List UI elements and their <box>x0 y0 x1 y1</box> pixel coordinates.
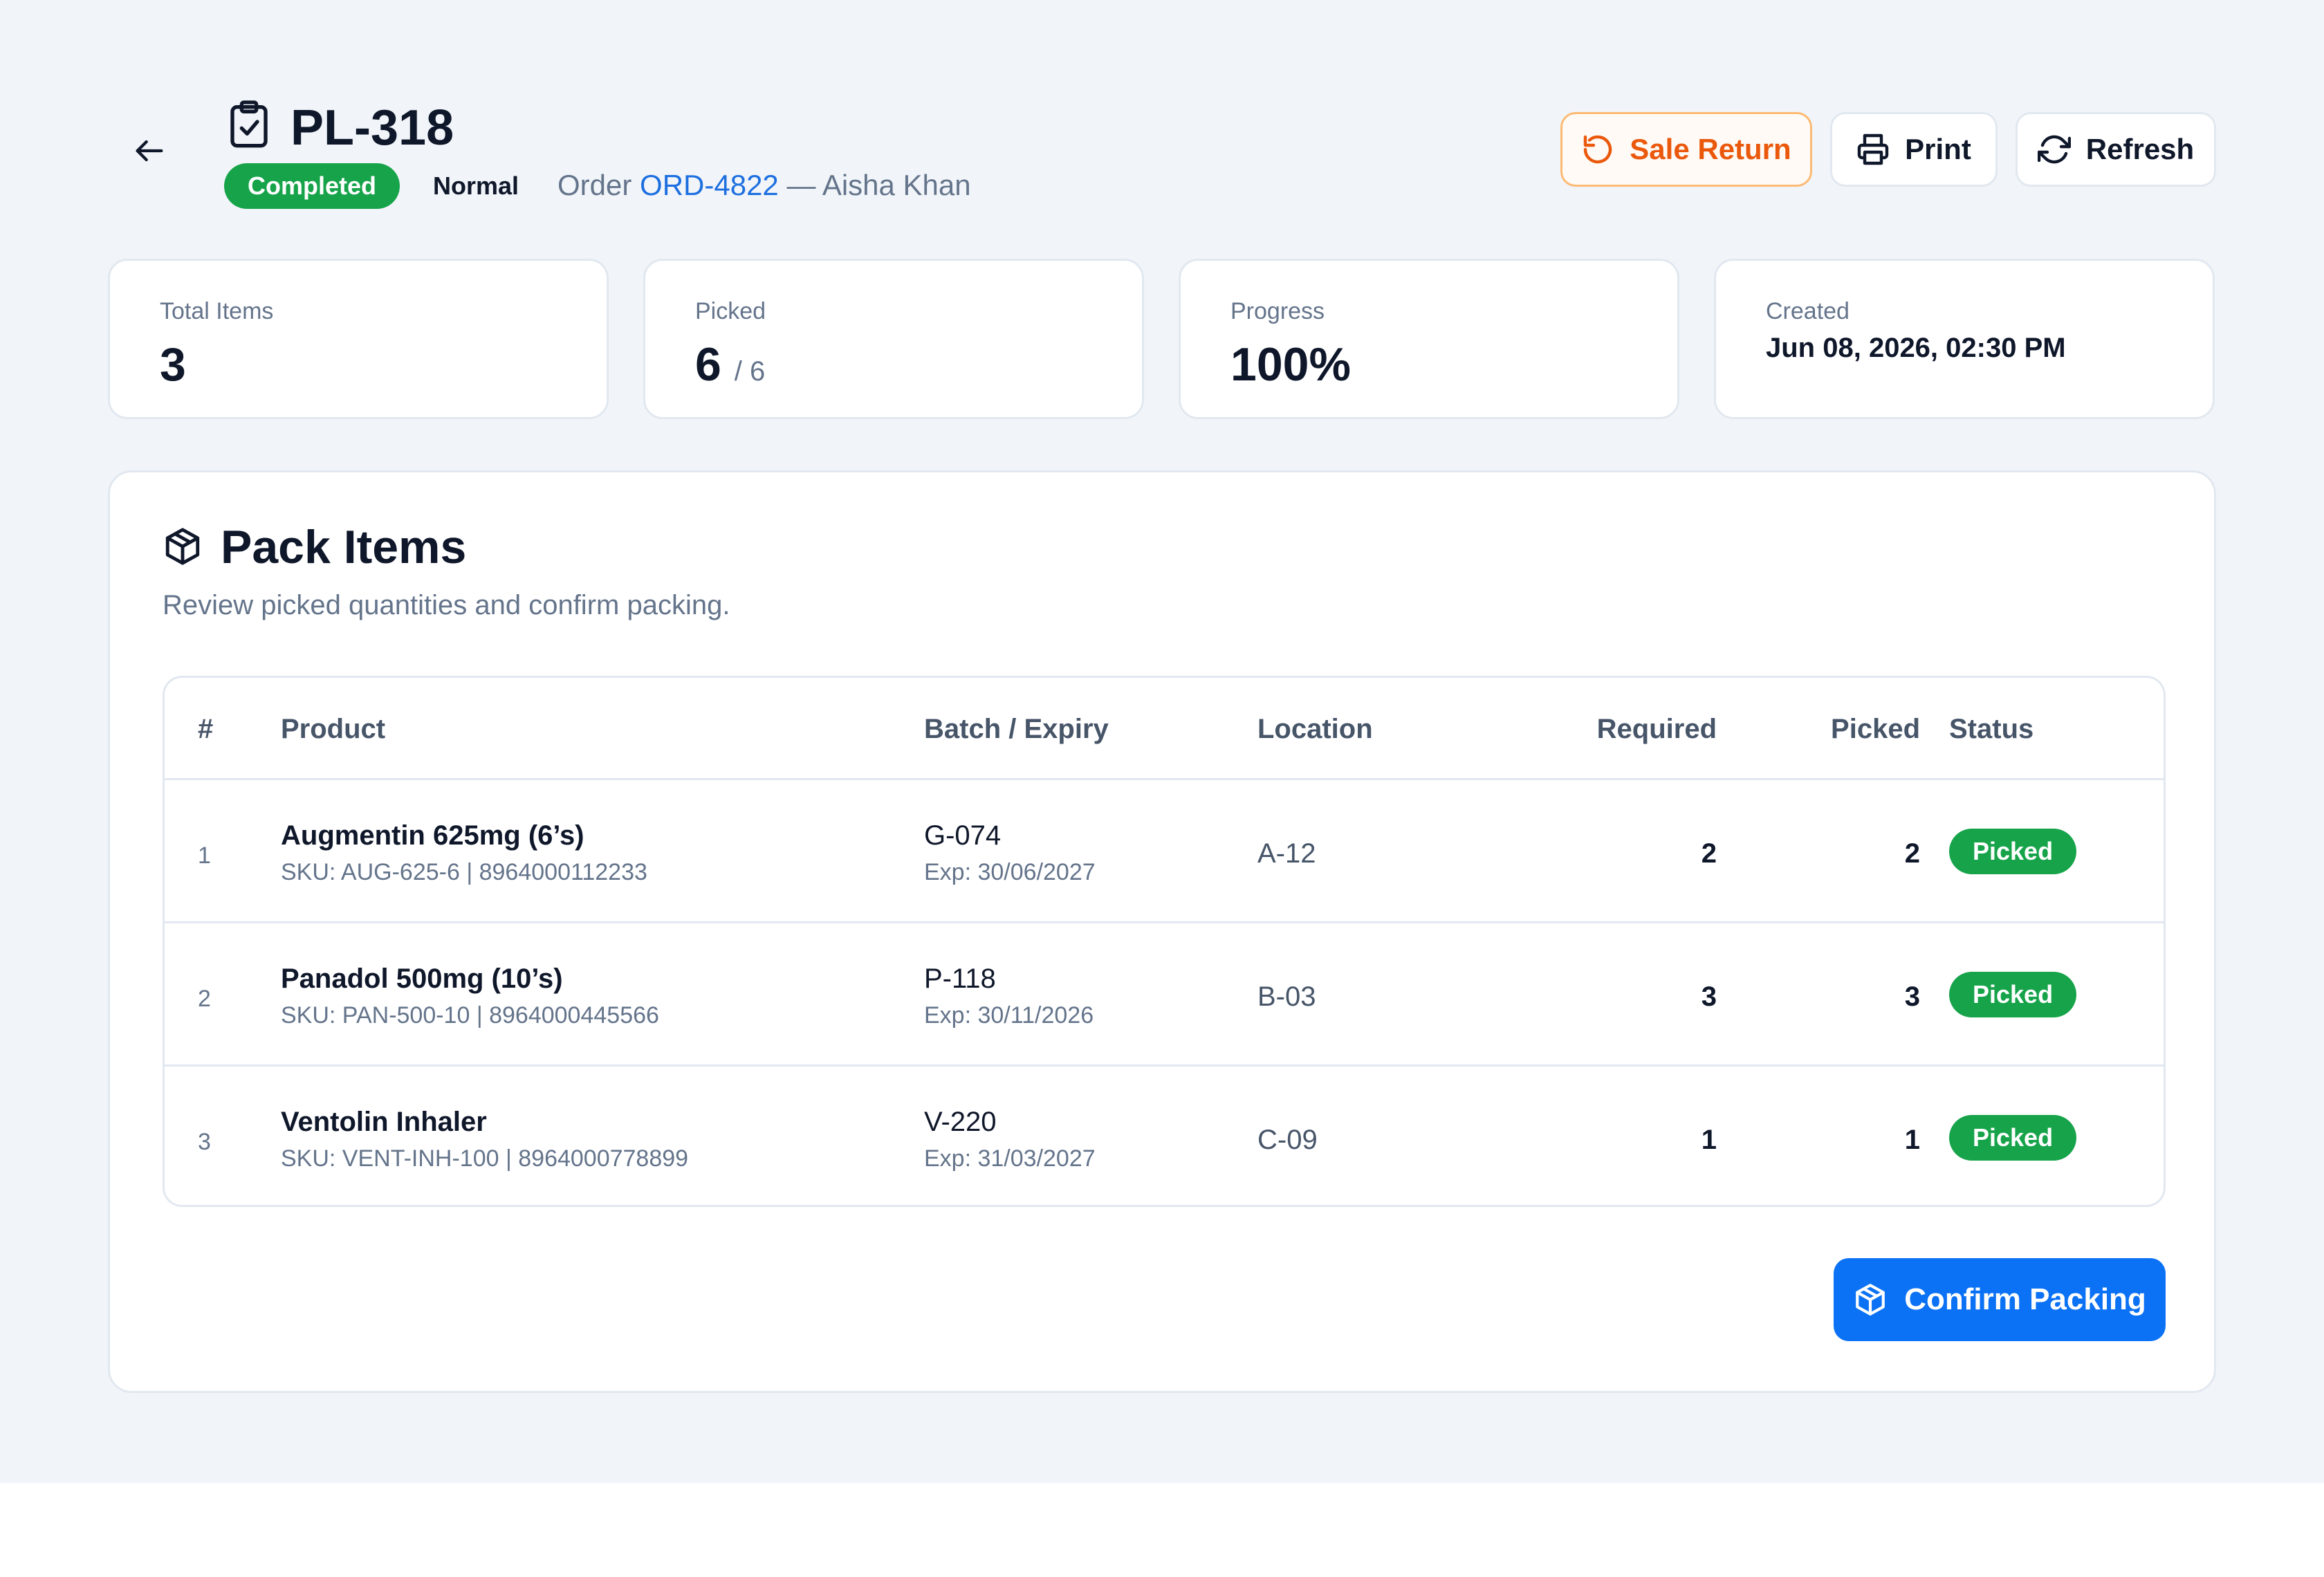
table-header: # Product Batch / Expiry Location Requir… <box>165 678 2164 780</box>
expiry-date: Exp: 31/03/2027 <box>924 1145 1096 1172</box>
row-number: 2 <box>198 986 211 1012</box>
stat-label: Created <box>1766 298 1850 324</box>
product-sku: SKU: PAN-500-10 | 8964000445566 <box>281 1002 659 1029</box>
stat-label: Progress <box>1230 298 1325 324</box>
sale-return-button[interactable]: Sale Return <box>1560 112 1812 187</box>
required-qty: 3 <box>1701 981 1717 1012</box>
arrow-left-icon <box>136 140 163 162</box>
table-row: 2 Panadol 500mg (10’s) SKU: PAN-500-10 |… <box>165 923 2164 1067</box>
required-qty: 2 <box>1701 838 1717 869</box>
stat-value: 3 <box>160 338 186 391</box>
picked-qty: 3 <box>1904 981 1920 1012</box>
order-prefix: Order <box>557 169 640 201</box>
stat-value: Jun 08, 2026, 02:30 PM <box>1766 333 2066 363</box>
location: A-12 <box>1257 838 1316 869</box>
batch-number: G-074 <box>924 820 1002 851</box>
expiry-date: Exp: 30/11/2026 <box>924 1002 1094 1029</box>
stat-card-created: Created Jun 08, 2026, 02:30 PM <box>1714 259 2215 419</box>
column-header-required: Required <box>1596 714 1717 744</box>
product-sku: SKU: AUG-625-6 | 8964000112233 <box>281 859 647 885</box>
stat-label: Total Items <box>160 298 274 324</box>
pack-items-table: # Product Batch / Expiry Location Requir… <box>163 676 2166 1207</box>
confirm-packing-label: Confirm Packing <box>1904 1282 2146 1316</box>
location: C-09 <box>1257 1125 1318 1155</box>
table-row: 3 Ventolin Inhaler SKU: VENT-INH-100 | 8… <box>165 1067 2164 1205</box>
stat-card-total-items: Total Items 3 <box>108 259 609 419</box>
stat-value: 100% <box>1230 338 1351 391</box>
confirm-packing-button[interactable]: Confirm Packing <box>1834 1258 2166 1341</box>
picked-qty: 1 <box>1904 1125 1920 1155</box>
picked-total: / 6 <box>734 356 766 387</box>
refresh-label: Refresh <box>2085 133 2195 165</box>
product-name: Augmentin 625mg (6’s) <box>281 820 584 851</box>
section-subtitle: Review picked quantities and confirm pac… <box>163 590 730 620</box>
rotate-ccw-icon <box>1584 135 1612 164</box>
row-number: 1 <box>198 842 211 869</box>
print-button[interactable]: Print <box>1830 112 1998 187</box>
batch-number: P-118 <box>924 963 996 994</box>
status-badge: Picked <box>1949 829 2077 874</box>
order-link[interactable]: ORD-4822 <box>640 169 779 201</box>
priority-label: Normal <box>433 172 519 200</box>
location: B-03 <box>1257 981 1316 1012</box>
column-header-picked: Picked <box>1831 714 1920 744</box>
column-header-product: Product <box>281 714 386 744</box>
print-label: Print <box>1905 133 1971 165</box>
column-header-location: Location <box>1257 714 1373 744</box>
pick-list-detail-page: PL-318 Completed Normal Order ORD-4822 —… <box>0 0 2324 1483</box>
order-info: Order ORD-4822 — Aisha Khan <box>557 167 971 203</box>
status-badge: Picked <box>1949 1115 2077 1161</box>
customer-name: — Aisha Khan <box>778 169 971 201</box>
printer-icon <box>1857 133 1889 165</box>
status-badge: Completed <box>224 163 400 209</box>
picked-qty: 2 <box>1904 838 1920 869</box>
table-row: 1 Augmentin 625mg (6’s) SKU: AUG-625-6 |… <box>165 780 2164 923</box>
product-name: Panadol 500mg (10’s) <box>281 963 563 994</box>
column-header-number: # <box>198 714 214 744</box>
status-badge: Picked <box>1949 972 2077 1017</box>
stat-label: Picked <box>695 298 766 324</box>
stat-card-picked: Picked 6 / 6 <box>643 259 1144 419</box>
batch-number: V-220 <box>924 1107 997 1137</box>
page-title: PL-318 <box>290 100 454 156</box>
package-icon <box>165 528 200 565</box>
clipboard-check-icon <box>230 100 268 148</box>
back-button[interactable] <box>130 131 169 170</box>
column-header-status: Status <box>1949 714 2034 744</box>
product-name: Ventolin Inhaler <box>281 1107 487 1137</box>
refresh-icon <box>2037 135 2071 164</box>
product-sku: SKU: VENT-INH-100 | 8964000778899 <box>281 1145 689 1172</box>
column-header-batch-expiry: Batch / Expiry <box>924 714 1109 744</box>
required-qty: 1 <box>1701 1125 1717 1155</box>
stat-value: 6 / 6 <box>695 335 765 400</box>
refresh-button[interactable]: Refresh <box>2016 112 2216 187</box>
pack-items-panel: Pack Items Review picked quantities and … <box>108 470 2216 1393</box>
package-icon <box>1856 1284 1885 1316</box>
sale-return-label: Sale Return <box>1630 133 1791 165</box>
row-number: 3 <box>198 1129 211 1155</box>
picked-count: 6 <box>695 338 721 391</box>
section-title: Pack Items <box>221 521 467 573</box>
stat-card-progress: Progress 100% <box>1179 259 1679 419</box>
expiry-date: Exp: 30/06/2027 <box>924 859 1096 885</box>
